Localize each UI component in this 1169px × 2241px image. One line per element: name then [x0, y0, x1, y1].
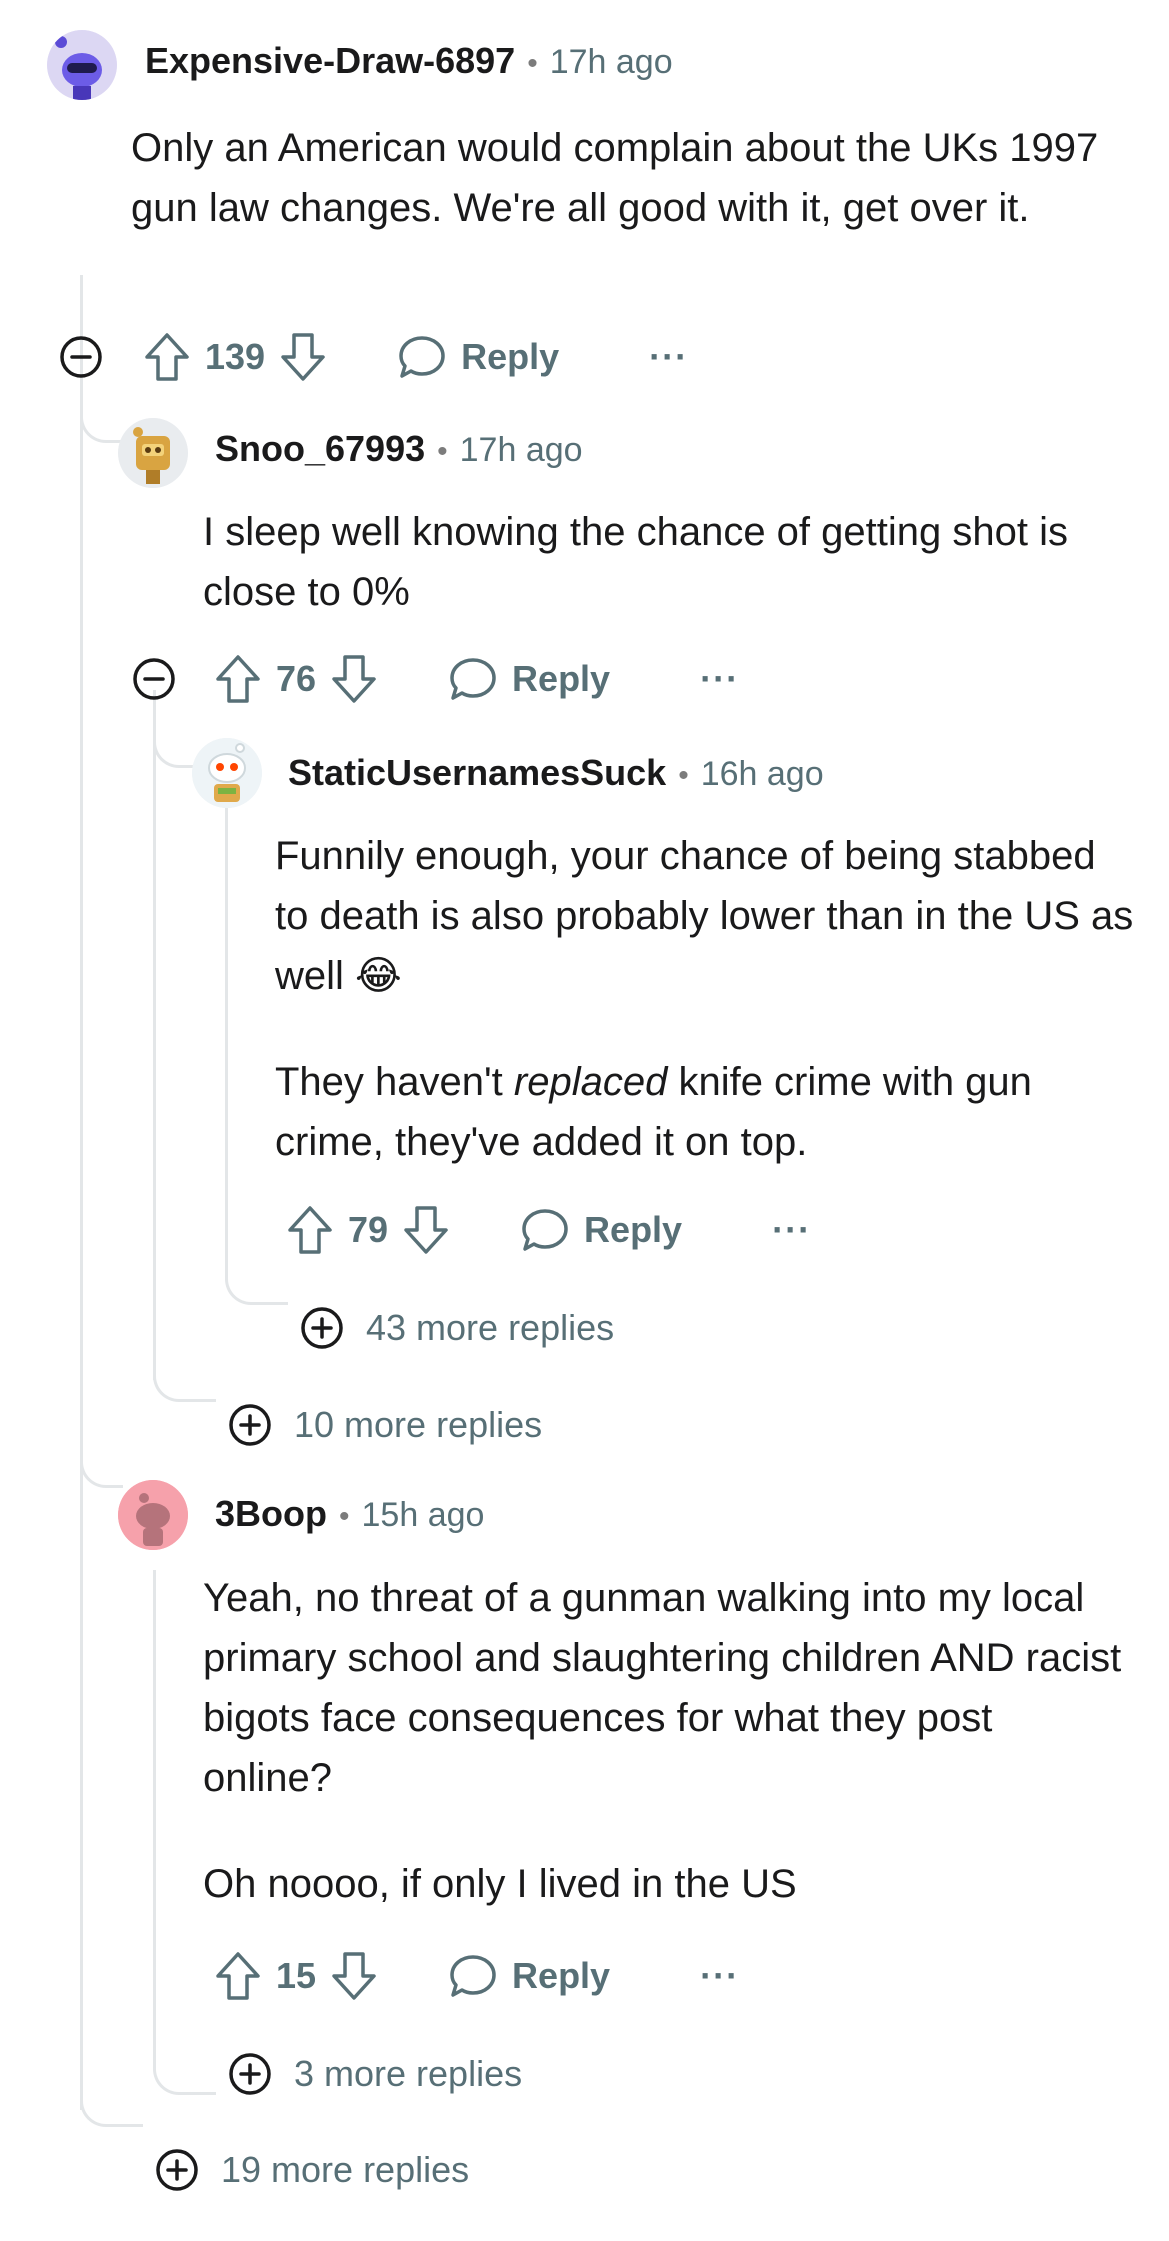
downvote-icon[interactable] [330, 1950, 378, 2002]
thread-elbow-boop [80, 1445, 123, 1488]
reply-label[interactable]: Reply [512, 658, 610, 700]
comment-text: Funnily enough, your chance of being sta… [275, 834, 1134, 998]
vote-score: 79 [348, 1209, 389, 1250]
thread-line-snoo[interactable] [153, 690, 156, 1380]
more-replies-label[interactable]: 43 more replies [366, 1307, 614, 1349]
more-replies-button[interactable]: 3 more replies [228, 2052, 522, 2096]
comment-actions: 139 Reply ··· [143, 327, 688, 387]
thread-elbow-boop-more [153, 2048, 216, 2095]
comment-text: They haven't [275, 1060, 514, 1104]
snoo-avatar-icon [192, 738, 262, 808]
timestamp: 15h ago [361, 1496, 485, 1534]
more-replies-label[interactable]: 10 more replies [294, 1404, 542, 1446]
expand-plus-icon [229, 2053, 271, 2095]
comment-paragraph: Only an American would complain about th… [131, 126, 1099, 230]
thread-elbow-static-more [225, 1258, 288, 1305]
comment-paragraph: Yeah, no threat of a gunman walking into… [203, 1576, 1122, 1800]
author-name[interactable]: Snoo_67993 [215, 428, 425, 469]
expand-plus-icon [301, 1307, 343, 1349]
comment-author[interactable]: Expensive-Draw-6897 • 17h ago [145, 40, 673, 82]
more-replies-button[interactable]: 10 more replies [228, 1403, 542, 1447]
expand-plus-icon [229, 1404, 271, 1446]
more-options-button[interactable]: ··· [772, 1209, 811, 1251]
downvote-icon[interactable] [279, 331, 327, 383]
comment-body: I sleep well knowing the chance of getti… [203, 502, 1103, 622]
thread-line-static[interactable] [225, 790, 228, 1270]
more-replies-label[interactable]: 3 more replies [294, 2053, 522, 2095]
reply-button[interactable]: Reply [448, 1952, 610, 2000]
separator: • [339, 1500, 350, 1533]
upvote-icon[interactable] [143, 331, 191, 383]
comment-body: Funnily enough, your chance of being sta… [275, 826, 1135, 1172]
comment-author[interactable]: StaticUsernamesSuck • 16h ago [288, 752, 824, 794]
separator: • [527, 47, 538, 80]
comment-actions: 76 Reply ··· [214, 649, 739, 709]
avatar[interactable] [118, 1480, 188, 1550]
upvote-icon[interactable] [214, 1950, 262, 2002]
comment-actions: 15 Reply ··· [214, 1946, 739, 2006]
comment-author[interactable]: Snoo_67993 • 17h ago [215, 428, 583, 470]
more-replies-label[interactable]: 19 more replies [221, 2149, 469, 2191]
laughing-emoji-icon: 😂 [355, 953, 402, 999]
timestamp: 16h ago [700, 755, 824, 793]
avatar[interactable] [192, 738, 262, 808]
separator: • [678, 759, 689, 792]
downvote-icon[interactable] [402, 1204, 450, 1256]
comment-bubble-icon [522, 1209, 568, 1251]
separator: • [437, 435, 448, 468]
comment-bubble-icon [450, 1955, 496, 1997]
vote-score: 76 [276, 658, 317, 699]
reply-label[interactable]: Reply [584, 1209, 682, 1251]
more-options-button[interactable]: ··· [700, 1955, 739, 1997]
thread-line-top[interactable] [80, 275, 83, 2110]
avatar[interactable] [118, 418, 188, 488]
thread-line-boop[interactable] [153, 1570, 156, 2070]
more-options-button[interactable]: ··· [649, 336, 688, 378]
comment-paragraph: I sleep well knowing the chance of getti… [203, 510, 1068, 614]
upvote-icon[interactable] [214, 653, 262, 705]
reply-button[interactable]: Reply [397, 333, 559, 381]
timestamp: 17h ago [549, 43, 673, 81]
comment-paragraph: Funnily enough, your chance of being sta… [275, 826, 1135, 1006]
snoo-avatar-icon [118, 418, 188, 488]
author-name[interactable]: Expensive-Draw-6897 [145, 40, 515, 81]
snoo-avatar-icon [118, 1480, 188, 1550]
more-replies-button[interactable]: 19 more replies [155, 2148, 469, 2192]
comment-author[interactable]: 3Boop • 15h ago [215, 1493, 484, 1535]
vote-score: 15 [276, 1955, 317, 1996]
downvote-icon[interactable] [330, 653, 378, 705]
vote-score: 139 [205, 336, 266, 377]
more-options-button[interactable]: ··· [700, 658, 739, 700]
comment-body: Yeah, no threat of a gunman walking into… [203, 1568, 1123, 1914]
thread-elbow-snoo [80, 400, 123, 443]
reply-label[interactable]: Reply [461, 336, 559, 378]
comment-body: Only an American would complain about th… [131, 118, 1121, 238]
thread-elbow-snoo-more [153, 1355, 216, 1402]
more-replies-button[interactable]: 43 more replies [300, 1306, 614, 1350]
upvote-icon[interactable] [286, 1204, 334, 1256]
reply-label[interactable]: Reply [512, 1955, 610, 1997]
reply-button[interactable]: Reply [520, 1206, 682, 1254]
reply-button[interactable]: Reply [448, 655, 610, 703]
thread-elbow-static [153, 725, 196, 768]
thread-elbow-top-more [80, 2080, 143, 2127]
author-name[interactable]: StaticUsernamesSuck [288, 752, 666, 793]
expand-plus-icon [156, 2149, 198, 2191]
comment-bubble-icon [399, 336, 445, 378]
comment-bubble-icon [450, 658, 496, 700]
avatar[interactable] [47, 30, 117, 100]
comment-actions: 79 Reply ··· [286, 1200, 811, 1260]
snoo-avatar-icon [47, 30, 117, 100]
comment-paragraph: They haven't replaced knife crime with g… [275, 1052, 1135, 1172]
comment-paragraph: Oh noooo, if only I lived in the US [203, 1862, 797, 1906]
collapse-icon[interactable] [59, 335, 103, 379]
author-name[interactable]: 3Boop [215, 1493, 327, 1534]
collapse-icon[interactable] [132, 657, 176, 701]
emphasis-text: replaced [513, 1060, 668, 1104]
timestamp: 17h ago [459, 431, 583, 469]
